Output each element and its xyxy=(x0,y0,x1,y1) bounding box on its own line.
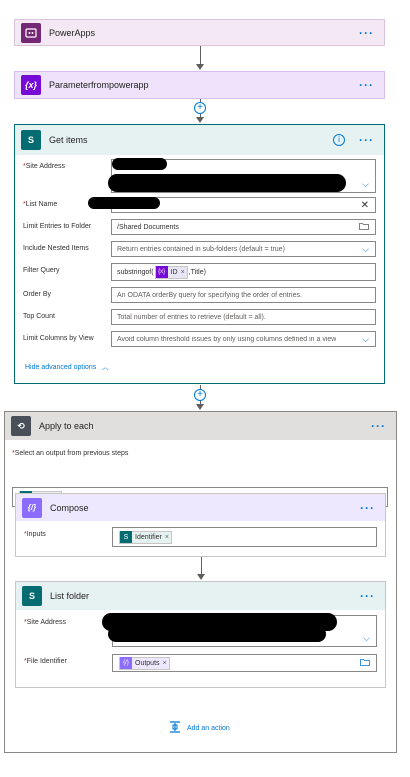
remove-token-icon[interactable]: × xyxy=(163,660,167,667)
add-action-button[interactable]: Add an action xyxy=(169,721,230,735)
redaction-mark xyxy=(112,158,167,170)
chevron-down-icon[interactable]: ⌵ xyxy=(362,334,369,345)
step-title: PowerApps xyxy=(49,27,96,38)
hide-advanced-options[interactable]: Hide advanced options ︿ xyxy=(25,361,109,372)
chevron-down-icon[interactable]: ⌵ xyxy=(362,244,369,255)
identifier-token[interactable]: S Identifier × xyxy=(119,530,172,544)
more-options-button[interactable]: ··· xyxy=(356,589,379,603)
nested-items-placeholder: Return entries contained in sub-folders … xyxy=(117,245,285,253)
file-identifier-field[interactable]: {/} Outputs × xyxy=(112,654,377,672)
loop-icon: ⟲ xyxy=(11,416,31,436)
more-options-button[interactable]: ··· xyxy=(355,26,378,40)
chevron-up-icon: ︿ xyxy=(101,364,109,371)
chevron-down-icon[interactable]: ⌵ xyxy=(362,179,369,190)
step-title: Parameterfrompowerapp xyxy=(49,80,149,90)
file-identifier-label: *File Identifier xyxy=(24,658,67,665)
inputs-field[interactable]: S Identifier × xyxy=(112,527,377,547)
sharepoint-icon: S xyxy=(120,531,132,543)
clear-icon[interactable]: ✕ xyxy=(361,200,369,211)
id-token[interactable]: {x} ID × xyxy=(154,265,188,279)
sharepoint-icon: S xyxy=(21,130,41,150)
connector-arrow xyxy=(196,64,204,70)
site-address-label: *Site Address xyxy=(23,163,66,170)
insert-step-button[interactable]: + xyxy=(194,389,206,401)
compose-icon: {/} xyxy=(22,497,42,518)
insert-step-button[interactable]: + xyxy=(194,102,206,114)
variable-icon: {x} xyxy=(21,75,41,95)
step-title: List folder xyxy=(50,591,90,601)
powerapps-step[interactable]: PowerApps ··· xyxy=(14,19,385,46)
folder-icon[interactable] xyxy=(359,222,369,232)
parameter-step[interactable]: {x} Parameterfrompowerapp ··· xyxy=(14,71,385,99)
filter-query-label: Filter Query xyxy=(23,267,60,274)
info-icon[interactable]: i xyxy=(333,134,345,146)
redaction-mark xyxy=(88,197,160,209)
filter-query-field[interactable]: substringof( {x} ID × ,Title) xyxy=(111,263,376,281)
order-by-field[interactable]: An ODATA orderBy query for specifying th… xyxy=(111,287,376,303)
limit-columns-select[interactable]: Avoid column threshold issues by only us… xyxy=(111,331,376,347)
connector-line xyxy=(201,557,202,575)
variable-icon: {x} xyxy=(155,266,168,278)
get-items-step[interactable]: S Get items i ··· *Site Address ⌵ *List … xyxy=(14,124,385,384)
redaction-mark xyxy=(108,626,326,642)
powerapps-icon xyxy=(21,22,41,43)
more-options-button[interactable]: ··· xyxy=(367,419,390,433)
limit-folder-label: Limit Entries to Folder xyxy=(23,223,92,230)
nested-items-label: Include Nested Items xyxy=(23,245,89,252)
site-address-label: *Site Address xyxy=(24,619,67,626)
inputs-label: *Inputs xyxy=(24,531,46,538)
apply-to-each-step[interactable]: ⟲ Apply to each ··· *Select an output fr… xyxy=(4,411,397,753)
add-action-icon xyxy=(169,721,181,735)
sharepoint-icon: S xyxy=(22,586,42,606)
connector-arrow xyxy=(197,574,205,580)
step-title: Compose xyxy=(50,502,89,513)
remove-token-icon[interactable]: × xyxy=(165,534,169,541)
select-output-label: *Select an output from previous steps xyxy=(12,450,129,457)
connector-arrow xyxy=(196,404,204,410)
remove-token-icon[interactable]: × xyxy=(181,269,185,276)
chevron-down-icon[interactable]: ⌵ xyxy=(363,633,370,644)
more-options-button[interactable]: ··· xyxy=(355,133,378,147)
more-options-button[interactable]: ··· xyxy=(356,501,379,515)
connector-arrow xyxy=(196,117,204,123)
compose-icon: {/} xyxy=(120,657,132,669)
top-count-field[interactable]: Total number of entries to retrieve (def… xyxy=(111,309,376,325)
step-title: Get items xyxy=(49,135,88,145)
limit-folder-field[interactable]: /Shared Documents xyxy=(111,219,376,235)
limit-folder-value: /Shared Documents xyxy=(117,223,179,231)
connector-line xyxy=(200,46,201,64)
nested-items-select[interactable]: Return entries contained in sub-folders … xyxy=(111,241,376,257)
redaction-mark xyxy=(108,174,346,192)
compose-step[interactable]: {/} Compose ··· *Inputs S Identifier × xyxy=(15,493,386,557)
step-title: Apply to each xyxy=(39,421,94,431)
order-by-label: Order By xyxy=(23,291,52,298)
more-options-button[interactable]: ··· xyxy=(355,78,378,92)
top-count-label: Top Count xyxy=(23,313,55,320)
limit-columns-label: Limit Columns by View xyxy=(23,335,94,342)
folder-icon[interactable] xyxy=(360,658,370,668)
outputs-token[interactable]: {/} Outputs × xyxy=(119,656,170,670)
